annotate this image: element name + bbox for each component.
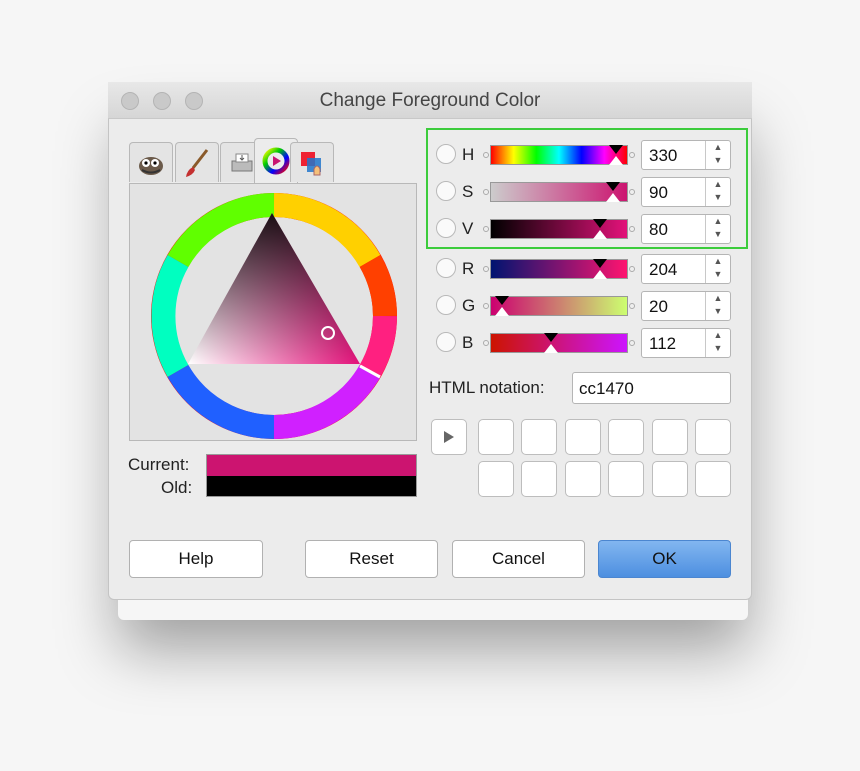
slider-marker-bottom[interactable] — [544, 344, 558, 353]
slider-marker-bottom[interactable] — [593, 230, 607, 239]
slider-end-dot — [629, 266, 635, 272]
slider-marker-bottom[interactable] — [495, 307, 509, 316]
slider-r[interactable] — [490, 259, 628, 279]
history-swatch[interactable] — [652, 461, 688, 497]
history-swatch[interactable] — [521, 419, 557, 455]
html-notation-label: HTML notation: — [429, 378, 545, 397]
color-wheel-icon — [262, 147, 290, 175]
slider-b[interactable] — [490, 333, 628, 353]
tab-gimp[interactable] — [129, 142, 173, 182]
history-swatch[interactable] — [695, 419, 731, 455]
slider-marker-bottom[interactable] — [606, 193, 620, 202]
spinbox-r[interactable]: 204 ▲ ▼ — [641, 254, 731, 284]
slider-end-dot — [629, 152, 635, 158]
slider-end-dot — [629, 340, 635, 346]
slider-end-dot — [483, 340, 489, 346]
spin-arrows-icon[interactable]: ▲ ▼ — [705, 178, 730, 206]
radio-r[interactable] — [436, 258, 456, 278]
channel-label-v: V — [462, 219, 474, 238]
radio-h[interactable] — [436, 144, 456, 164]
spinbox-value[interactable]: 80 — [649, 220, 668, 240]
slider-end-dot — [483, 226, 489, 232]
play-icon — [444, 431, 454, 443]
channel-label-r: R — [462, 259, 475, 278]
history-swatch[interactable] — [565, 461, 601, 497]
spin-arrows-icon[interactable]: ▲ ▼ — [705, 255, 730, 283]
palette-icon — [301, 151, 321, 175]
html-notation-value: cc1470 — [579, 379, 634, 398]
tab-palette[interactable] — [290, 142, 334, 182]
spinbox-s[interactable]: 90 ▲ ▼ — [641, 177, 731, 207]
history-swatch[interactable] — [608, 419, 644, 455]
slider-end-dot — [483, 303, 489, 309]
slider-g[interactable] — [490, 296, 628, 316]
title-bar[interactable]: Change Foreground Color — [108, 82, 752, 119]
spinbox-g[interactable]: 20 ▲ ▼ — [641, 291, 731, 321]
slider-end-dot — [629, 303, 635, 309]
printer-icon — [231, 153, 253, 171]
history-swatch[interactable] — [652, 419, 688, 455]
slider-end-dot — [483, 152, 489, 158]
cancel-button[interactable]: Cancel — [452, 540, 585, 578]
channel-label-h: H — [462, 145, 475, 164]
slider-marker-top[interactable] — [593, 219, 607, 228]
slider-marker-top[interactable] — [593, 259, 607, 268]
slider-end-dot — [629, 189, 635, 195]
old-label: Old: — [161, 478, 193, 497]
reset-button[interactable]: Reset — [305, 540, 438, 578]
spinbox-h[interactable]: 330 ▲ ▼ — [641, 140, 731, 170]
slider-v[interactable] — [490, 219, 628, 239]
spinbox-value[interactable]: 330 — [649, 146, 677, 166]
radio-b[interactable] — [436, 332, 456, 352]
history-swatch[interactable] — [478, 461, 514, 497]
radio-s[interactable] — [436, 181, 456, 201]
slider-end-dot — [483, 266, 489, 272]
slider-marker-top[interactable] — [606, 182, 620, 191]
slider-end-dot — [629, 226, 635, 232]
channel-label-s: S — [462, 182, 474, 201]
slider-marker-top[interactable] — [544, 333, 558, 342]
window-title: Change Foreground Color — [319, 90, 541, 111]
slider-h[interactable] — [490, 145, 628, 165]
history-swatch[interactable] — [565, 419, 601, 455]
spinbox-value[interactable]: 112 — [649, 334, 676, 354]
history-swatch[interactable] — [695, 461, 731, 497]
slider-end-dot — [483, 189, 489, 195]
spin-arrows-icon[interactable]: ▲ ▼ — [705, 141, 730, 169]
tab-brush[interactable] — [175, 142, 219, 182]
hsv-triangle-selector[interactable] — [148, 192, 400, 440]
spinbox-value[interactable]: 90 — [649, 183, 668, 203]
channel-label-g: G — [462, 296, 476, 315]
history-swatch[interactable] — [608, 461, 644, 497]
brush-icon — [186, 148, 209, 177]
history-arrow-button[interactable] — [431, 419, 467, 455]
spin-arrows-icon[interactable]: ▲ ▼ — [705, 215, 730, 243]
history-swatch[interactable] — [478, 419, 514, 455]
history-swatch[interactable] — [521, 461, 557, 497]
current-label: Current: — [128, 455, 190, 474]
old-color-swatch[interactable] — [207, 476, 416, 496]
current-color-swatch — [207, 455, 416, 476]
slider-marker-bottom[interactable] — [609, 156, 623, 165]
slider-marker-top[interactable] — [609, 145, 623, 154]
spinbox-v[interactable]: 80 ▲ ▼ — [641, 214, 731, 244]
radio-v[interactable] — [436, 218, 456, 238]
spinbox-value[interactable]: 20 — [649, 297, 668, 317]
radio-g[interactable] — [436, 295, 456, 315]
html-notation-input[interactable]: cc1470 — [572, 372, 731, 404]
slider-marker-top[interactable] — [495, 296, 509, 305]
channel-label-b: B — [462, 333, 474, 352]
spin-arrows-icon[interactable]: ▲ ▼ — [705, 292, 730, 320]
spinbox-value[interactable]: 204 — [649, 260, 677, 280]
color-preview — [206, 454, 417, 497]
spin-arrows-icon[interactable]: ▲ ▼ — [705, 329, 730, 357]
spinbox-b[interactable]: 112 ▲ ▼ — [641, 328, 731, 358]
gimp-icon — [139, 156, 163, 175]
slider-marker-bottom[interactable] — [593, 270, 607, 279]
slider-s[interactable] — [490, 182, 628, 202]
help-button[interactable]: Help — [129, 540, 263, 578]
ok-button[interactable]: OK — [598, 540, 731, 578]
